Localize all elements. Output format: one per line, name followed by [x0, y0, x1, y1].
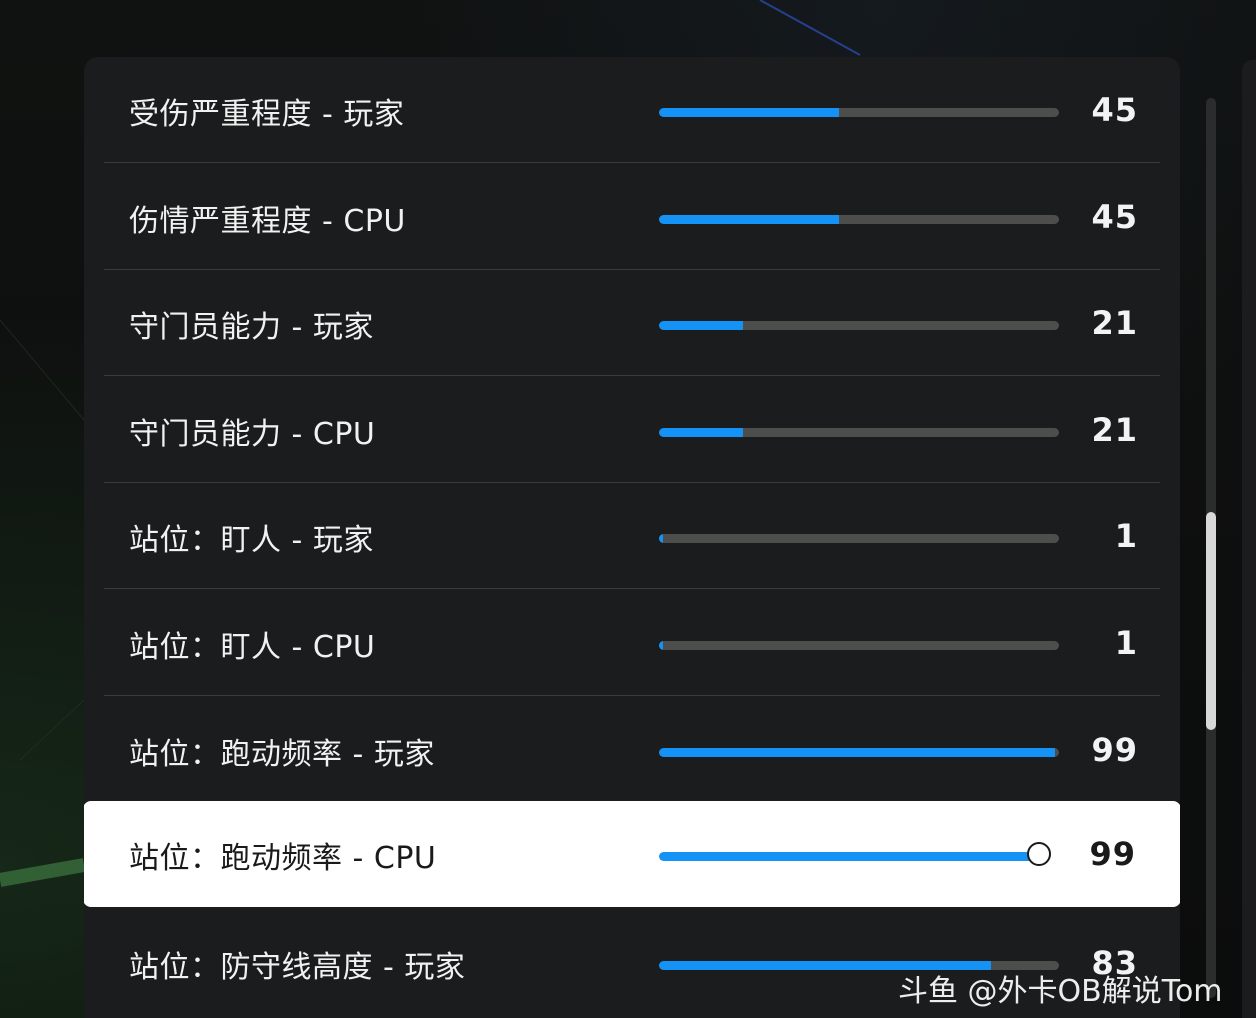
setting-slider-fill	[659, 214, 839, 224]
setting-label: 站位：盯人 - 玩家	[129, 523, 374, 559]
setting-slider-track[interactable]	[659, 321, 1059, 331]
setting-label: 站位：防守线高度 - 玩家	[129, 949, 466, 985]
setting-slider-fill	[659, 534, 663, 544]
setting-slider-fill	[659, 427, 743, 437]
settings-panel: 受伤严重程度 - 玩家 45 伤情严重程度 - CPU 45 守门员能力 - 玩家 21 守…	[84, 57, 1180, 1018]
setting-slider-fill	[659, 321, 743, 331]
setting-slider-fill	[659, 852, 1040, 862]
setting-label: 守门员能力 - 玩家	[129, 310, 374, 346]
setting-slider-track[interactable]	[659, 214, 1059, 224]
setting-slider-fill	[659, 108, 839, 117]
setting-slider-track[interactable]	[659, 534, 1059, 544]
setting-slider-fill	[659, 641, 663, 650]
setting-label: 守门员能力 - CPU	[129, 416, 376, 452]
setting-value: 1	[1114, 517, 1138, 556]
setting-row[interactable]: 站位：盯人 - 玩家 1	[104, 483, 1160, 590]
setting-slider-track[interactable]	[659, 427, 1059, 437]
setting-value: 21	[1091, 410, 1138, 449]
setting-value: 45	[1091, 197, 1138, 236]
setting-slider-track[interactable]	[659, 747, 1059, 757]
setting-value: 99	[1089, 835, 1136, 874]
setting-row[interactable]: 站位：跑动频率 - CPU 99	[84, 801, 1180, 908]
setting-slider-track[interactable]	[659, 852, 1043, 862]
slider-handle[interactable]	[1027, 842, 1052, 867]
setting-label: 伤情严重程度 - CPU	[129, 203, 406, 239]
setting-slider-fill	[659, 747, 1055, 757]
setting-value: 45	[1091, 91, 1138, 129]
setting-row[interactable]: 受伤严重程度 - 玩家 45	[104, 57, 1160, 163]
setting-value: 1	[1114, 624, 1138, 662]
setting-label: 站位：跑动频率 - 玩家	[129, 736, 435, 772]
setting-row[interactable]: 守门员能力 - 玩家 21	[104, 270, 1160, 377]
adjacent-panel-edge	[1242, 60, 1256, 1018]
setting-row[interactable]: 伤情严重程度 - CPU 45	[104, 164, 1160, 270]
setting-value: 99	[1091, 730, 1138, 769]
setting-slider-track[interactable]	[659, 641, 1059, 650]
setting-row[interactable]: 站位：跑动频率 - 玩家 99	[104, 697, 1160, 803]
setting-row[interactable]: 站位：盯人 - CPU 1	[104, 590, 1160, 696]
setting-label: 站位：跑动频率 - CPU	[129, 841, 437, 877]
watermark: 斗鱼 @外卡OB解说Tom	[898, 974, 1223, 1009]
setting-value: 21	[1091, 304, 1138, 343]
scrollbar-thumb[interactable]	[1206, 512, 1216, 730]
setting-label: 受伤严重程度 - 玩家	[129, 97, 405, 132]
setting-slider-track[interactable]	[659, 108, 1059, 117]
setting-row[interactable]: 守门员能力 - CPU 21	[104, 377, 1160, 483]
setting-label: 站位：盯人 - CPU	[129, 630, 376, 665]
